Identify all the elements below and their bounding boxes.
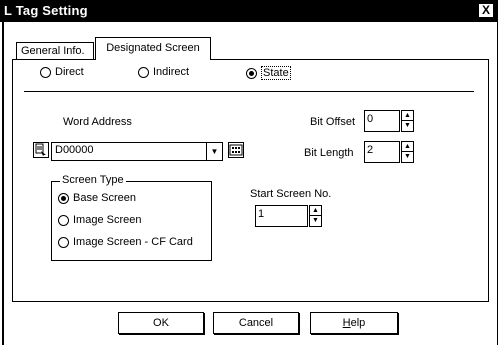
address-picker-icon[interactable]	[33, 142, 49, 158]
radio-state-circle	[246, 67, 257, 79]
radio-indirect-circle	[138, 66, 149, 78]
screen-type-title: Screen Type	[60, 174, 126, 186]
title-bar[interactable]: L Tag Setting X	[0, 0, 498, 22]
radio-indirect-label: Indirect	[153, 66, 190, 78]
chevron-down-icon[interactable]: ▼	[206, 143, 222, 160]
bit-offset-down-icon[interactable]: ▼	[402, 121, 413, 131]
start-screen-up-icon[interactable]: ▲	[310, 206, 321, 216]
bit-offset-up-icon[interactable]: ▲	[402, 111, 413, 121]
keypad-icon[interactable]	[228, 142, 244, 158]
bit-offset-spinner[interactable]: ▲ ▼	[401, 110, 414, 132]
bit-length-down-icon[interactable]: ▼	[402, 152, 413, 162]
separator-line	[24, 91, 474, 92]
window-border-left	[2, 22, 4, 345]
radio-direct[interactable]: Direct	[40, 66, 84, 78]
bit-offset-label: Bit Offset	[310, 116, 356, 128]
help-mnemonic: H	[342, 317, 351, 329]
help-label-rest: elp	[350, 317, 366, 329]
radio-image-screen-cf-card-label: Image Screen - CF Card	[73, 236, 193, 248]
start-screen-down-icon[interactable]: ▼	[310, 216, 321, 226]
cancel-button[interactable]: Cancel	[213, 312, 299, 334]
word-address-label: Word Address	[63, 116, 132, 128]
bit-length-spinner[interactable]: ▲ ▼	[401, 141, 414, 163]
radio-state-label: State	[261, 66, 291, 80]
radio-image-screen[interactable]: Image Screen	[58, 214, 141, 226]
start-screen-spinner[interactable]: ▲ ▼	[309, 205, 322, 227]
bit-length-up-icon[interactable]: ▲	[402, 142, 413, 152]
address-picker-glyph	[35, 143, 46, 156]
radio-state[interactable]: State	[246, 66, 291, 80]
tab-designated-screen[interactable]: Designated Screen	[95, 37, 211, 60]
radio-image-screen-circle	[58, 214, 69, 226]
radio-image-screen-label: Image Screen	[73, 214, 142, 226]
bit-length-label: Bit Length	[304, 147, 354, 159]
radio-image-screen-cf-card[interactable]: Image Screen - CF Card	[58, 236, 193, 248]
start-screen-input[interactable]: 1	[255, 205, 308, 227]
window-title: L Tag Setting	[4, 3, 88, 18]
close-button[interactable]: X	[478, 3, 494, 18]
tab-general-info[interactable]: General Info.	[16, 42, 94, 60]
start-screen-label: Start Screen No.	[250, 188, 332, 200]
bit-offset-input[interactable]: 0	[364, 110, 400, 132]
radio-image-screen-cf-card-circle	[58, 236, 69, 248]
keypad-glyph	[229, 144, 243, 156]
radio-base-screen-circle	[58, 192, 69, 204]
bit-length-input[interactable]: 2	[364, 141, 400, 163]
radio-direct-label: Direct	[55, 66, 84, 78]
radio-base-screen-label: Base Screen	[73, 192, 136, 204]
l-tag-setting-dialog: L Tag Setting X General Info. Designated…	[0, 0, 498, 345]
help-button[interactable]: Help	[310, 312, 398, 334]
radio-indirect[interactable]: Indirect	[138, 66, 189, 78]
radio-base-screen[interactable]: Base Screen	[58, 192, 136, 204]
radio-direct-circle	[40, 66, 51, 78]
word-address-dropdown[interactable]: D00000 ▼	[51, 142, 223, 161]
word-address-value: D00000	[55, 144, 94, 156]
ok-button[interactable]: OK	[118, 312, 204, 334]
